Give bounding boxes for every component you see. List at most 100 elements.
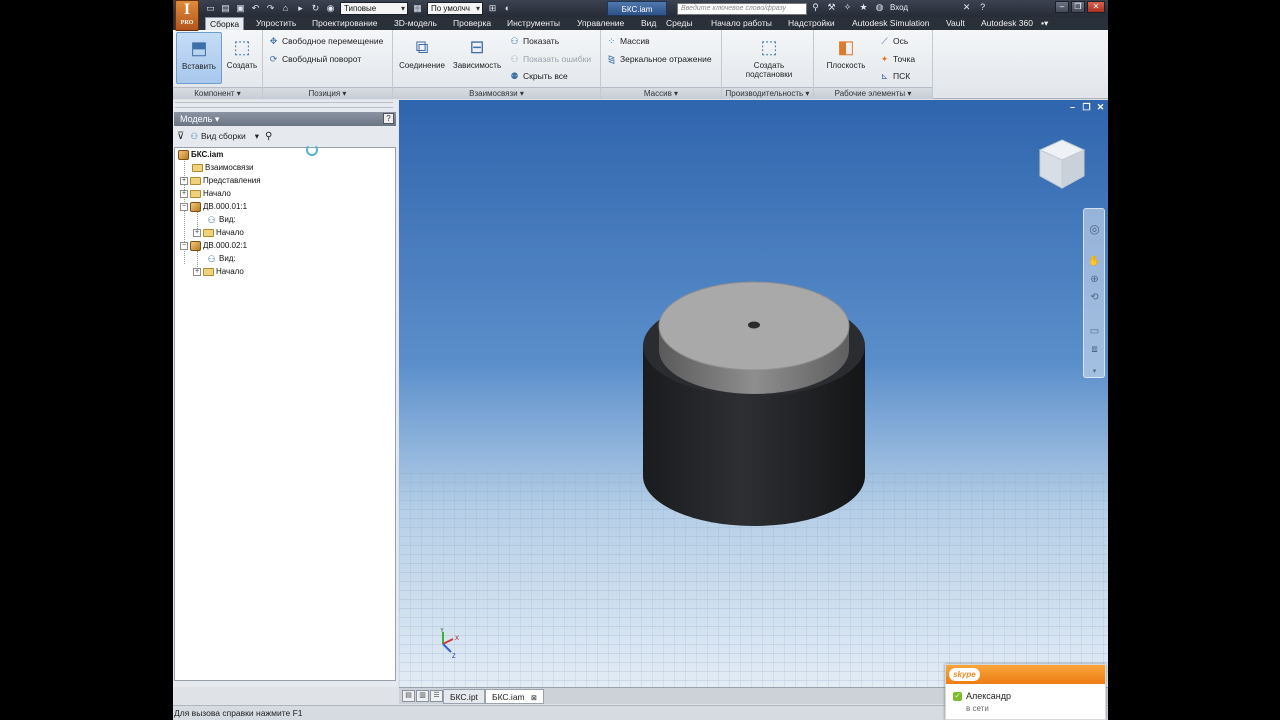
- hide-all-button[interactable]: ⚉ Скрыть все: [509, 69, 567, 83]
- appearance-icon[interactable]: ◐: [502, 3, 513, 14]
- tab-autodesk-simulation[interactable]: Autodesk Simulation: [852, 17, 930, 30]
- skype-notification[interactable]: skype ✓ Александр в сети: [945, 664, 1106, 720]
- tree-node-part-2-view[interactable]: ⚇ Вид:: [206, 252, 235, 265]
- close-icon[interactable]: ✕: [1087, 1, 1105, 13]
- doc-tab-bks-ipt[interactable]: БКС.ipt: [443, 689, 485, 704]
- binoculars-icon[interactable]: ⚲: [810, 2, 821, 13]
- view-combo[interactable]: По умолчч: [427, 2, 483, 15]
- home-icon[interactable]: ⌂: [280, 3, 291, 14]
- tile-horizontal-icon[interactable]: ▤: [402, 690, 415, 702]
- tree-node-part-1-view[interactable]: ⚇ Вид:: [206, 213, 235, 226]
- tab-design[interactable]: Проектирование: [312, 17, 378, 30]
- panel-title-work-features[interactable]: Рабочие элементы: [814, 87, 932, 99]
- search-input[interactable]: Введите ключевое слово/фразу: [677, 3, 807, 15]
- find-binoculars-icon[interactable]: ⚲: [265, 131, 272, 142]
- tree-node-part-2[interactable]: − ДВ.000.02:1: [180, 239, 247, 252]
- tile-vertical-icon[interactable]: ▥: [416, 690, 429, 702]
- tools-icon[interactable]: ⚒: [826, 2, 837, 13]
- exchange-icon[interactable]: ✕: [961, 2, 972, 13]
- update-icon[interactable]: ↻: [310, 3, 321, 14]
- open-icon[interactable]: ▤: [220, 3, 231, 14]
- save-icon[interactable]: ▣: [235, 3, 246, 14]
- tree-node-part-2-origin[interactable]: + Начало: [193, 265, 244, 278]
- expand-icon[interactable]: +: [180, 176, 188, 185]
- new-icon[interactable]: ▭: [205, 3, 216, 14]
- pan-icon[interactable]: ✋: [1088, 255, 1101, 268]
- expand-icon[interactable]: +: [193, 267, 201, 276]
- free-rotate-button[interactable]: ⟳ Свободный поворот: [268, 52, 362, 66]
- color-wheel-icon[interactable]: ◉: [325, 3, 336, 14]
- free-move-button[interactable]: ✥ Свободное перемещение: [268, 34, 384, 48]
- restore-icon[interactable]: ❐: [1071, 1, 1085, 13]
- chevron-down-icon[interactable]: ▾: [1088, 365, 1101, 378]
- collapse-icon[interactable]: −: [180, 202, 188, 211]
- joint-button[interactable]: ⧉ Соединение: [395, 32, 449, 84]
- user-icon[interactable]: ◍: [874, 2, 885, 13]
- minimize-icon[interactable]: –: [1055, 1, 1069, 13]
- plane-button[interactable]: ◧ Плоскость: [818, 32, 874, 84]
- close-icon[interactable]: ⊠: [531, 695, 537, 702]
- panel-title-pattern[interactable]: Массив: [601, 87, 721, 99]
- ucs-button[interactable]: ⊾ ПСК: [879, 69, 910, 83]
- cylinder-model[interactable]: [639, 266, 869, 532]
- tab-manage[interactable]: Управление: [577, 17, 624, 30]
- tab-environments[interactable]: Среды: [666, 17, 692, 30]
- subscription-icon[interactable]: ✧: [842, 2, 853, 13]
- point-button[interactable]: ✦ Точка: [879, 52, 915, 66]
- close-icon[interactable]: ✕: [1096, 103, 1105, 112]
- filter-icon[interactable]: ⊽: [177, 131, 184, 142]
- tree-node-part-1[interactable]: − ДВ.000.01:1: [180, 200, 247, 213]
- mirror-button[interactable]: ⧎ Зеркальное отражение: [606, 52, 712, 66]
- show-errors-button[interactable]: ⚇ Показать ошибки: [509, 52, 591, 66]
- tab-autodesk-360[interactable]: Autodesk 360: [981, 17, 1033, 30]
- create-substitutes-button[interactable]: ⬚ Создать подстановки: [734, 32, 804, 84]
- collapse-icon[interactable]: −: [180, 241, 188, 250]
- redo-icon[interactable]: ↷: [265, 3, 276, 14]
- tab-simplify[interactable]: Упростить: [256, 17, 296, 30]
- tab-tools[interactable]: Инструменты: [507, 17, 560, 30]
- insert-button[interactable]: ⬒ Вставить: [176, 32, 222, 84]
- tree-node-origin[interactable]: + Начало: [180, 187, 231, 200]
- constrain-button[interactable]: ⊟ Зависимость: [449, 32, 505, 84]
- zoom-window-icon[interactable]: ⧈: [1088, 343, 1101, 356]
- panel-title-component[interactable]: Компонент: [173, 87, 262, 99]
- doc-tab-bks-iam[interactable]: БКС.iam ⊠: [485, 689, 544, 704]
- show-button[interactable]: ⚇ Показать: [509, 34, 559, 48]
- material-icon[interactable]: ▦: [412, 3, 423, 14]
- panel-title-constraints[interactable]: Взаимосвязи: [393, 87, 600, 99]
- browser-help-icon[interactable]: ?: [383, 113, 394, 124]
- create-button[interactable]: ⬚ Создать: [223, 32, 261, 84]
- panel-title-productivity[interactable]: Производительность: [722, 87, 813, 99]
- application-menu-button[interactable]: I PRO: [175, 0, 199, 31]
- measure-icon[interactable]: ⊞: [487, 3, 498, 14]
- ribbon-options-icon[interactable]: ▪▾: [1041, 17, 1048, 30]
- zoom-icon[interactable]: ⊕: [1088, 273, 1101, 286]
- tab-vault[interactable]: Vault: [946, 17, 965, 30]
- tab-3d-model[interactable]: 3D-модель: [394, 17, 437, 30]
- minimize-icon[interactable]: –: [1068, 103, 1077, 112]
- axis-button[interactable]: ⟋ Ось: [879, 34, 908, 48]
- undo-icon[interactable]: ↶: [250, 3, 261, 14]
- browser-drag-grip[interactable]: [175, 102, 393, 108]
- tree-node-representations[interactable]: + Представления: [180, 174, 261, 187]
- expand-icon[interactable]: +: [193, 228, 201, 237]
- tab-add-ins[interactable]: Надстройки: [788, 17, 835, 30]
- view-mode-dropdown[interactable]: ⚇ Вид сборки ▾: [190, 131, 259, 142]
- steering-wheel-icon[interactable]: ◎: [1088, 223, 1101, 236]
- viewcube-icon[interactable]: [1036, 136, 1088, 192]
- tab-get-started[interactable]: Начало работы: [711, 17, 772, 30]
- tab-assembly[interactable]: Сборка: [205, 17, 245, 31]
- browser-title-bar[interactable]: Модель ▾ ?: [174, 112, 396, 126]
- orbit-icon[interactable]: ⟲: [1088, 291, 1101, 304]
- expand-icon[interactable]: +: [180, 189, 188, 198]
- help-icon[interactable]: ?: [977, 2, 988, 13]
- tree-node-root[interactable]: БКС.iam: [178, 148, 223, 161]
- select-icon[interactable]: ▸: [295, 3, 306, 14]
- tab-view[interactable]: Вид: [641, 17, 656, 30]
- panel-title-position[interactable]: Позиция: [263, 87, 392, 99]
- pattern-button[interactable]: ⁘ Массив: [606, 34, 650, 48]
- restore-icon[interactable]: ❐: [1082, 103, 1091, 112]
- tree-node-constraints[interactable]: Взаимосвязи: [192, 161, 254, 174]
- style-combo[interactable]: Типовые: [340, 2, 408, 15]
- signin-label[interactable]: Вход: [890, 3, 908, 12]
